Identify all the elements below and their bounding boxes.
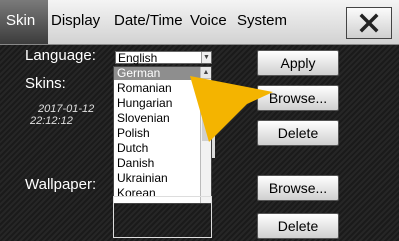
tab-voice[interactable]: Voice — [190, 12, 227, 30]
close-button[interactable] — [346, 7, 392, 39]
browse-wallpaper-button[interactable]: Browse... — [257, 175, 339, 201]
language-label: Language: — [25, 47, 96, 64]
skin-time: 22:12:12 — [30, 115, 73, 127]
language-option[interactable]: Ukrainian — [114, 172, 203, 185]
tab-display[interactable]: Display — [51, 12, 100, 30]
tab-bar: Skin Display Date/Time Voice System — [0, 0, 399, 45]
language-selected-value: English — [118, 51, 158, 65]
chevron-down-icon: ▼ — [201, 52, 211, 63]
language-select[interactable]: English ▼ — [115, 51, 212, 65]
pointer-arrow-icon — [190, 76, 273, 142]
tab-date-time[interactable]: Date/Time — [114, 12, 183, 30]
language-option[interactable]: Danish — [114, 157, 203, 170]
close-icon — [359, 13, 379, 33]
skin-date: 2017-01-12 — [38, 103, 95, 115]
delete-wallpaper-button[interactable]: Delete — [257, 213, 339, 239]
tab-system[interactable]: System — [237, 12, 287, 30]
wallpaper-label: Wallpaper: — [25, 176, 97, 193]
wallpaper-preview — [113, 196, 212, 238]
tab-skin[interactable]: Skin — [6, 12, 35, 30]
skins-label: Skins: — [25, 75, 66, 92]
